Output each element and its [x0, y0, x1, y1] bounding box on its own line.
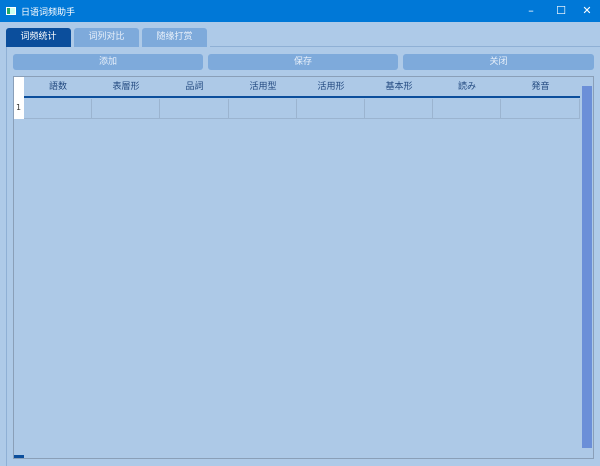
table-cell[interactable]: [24, 99, 92, 119]
add-button[interactable]: 添加: [13, 54, 203, 70]
row-header-column: [14, 77, 24, 119]
header-divider: [24, 96, 580, 98]
window-title: 日语词频助手: [21, 8, 76, 18]
close-icon[interactable]: ✕: [572, 0, 600, 22]
column-header[interactable]: 活用型: [229, 77, 297, 97]
vertical-scrollbar[interactable]: [582, 86, 592, 448]
table-cell[interactable]: [433, 99, 501, 119]
column-header[interactable]: 品詞: [160, 77, 229, 97]
title-bar: 日语词频助手 – ☐ ✕: [0, 0, 600, 22]
column-header[interactable]: 基本形: [365, 77, 433, 97]
table-cell[interactable]: [229, 99, 297, 119]
column-header[interactable]: 表層形: [92, 77, 160, 97]
table-cell[interactable]: [297, 99, 365, 119]
column-header[interactable]: 活用形: [297, 77, 365, 97]
tab-strip-divider: [210, 46, 600, 47]
table-cell[interactable]: [501, 99, 580, 119]
minimize-icon[interactable]: –: [516, 0, 546, 22]
column-header[interactable]: 読み: [433, 77, 501, 97]
app-icon: [6, 7, 16, 15]
tab-word-compare[interactable]: 词列对比: [74, 28, 139, 47]
horizontal-scrollbar[interactable]: [14, 455, 24, 458]
column-header[interactable]: 発音: [501, 77, 580, 97]
table-cell[interactable]: [92, 99, 160, 119]
save-button[interactable]: 保存: [208, 54, 398, 70]
table-cell[interactable]: [160, 99, 229, 119]
data-grid[interactable]: 語数 表層形 品詞 活用型 活用形 基本形 読み 発音 1: [13, 76, 594, 459]
tab-word-frequency[interactable]: 词频统计: [6, 28, 71, 47]
row-number: 1: [16, 103, 22, 112]
table-cell[interactable]: [365, 99, 433, 119]
column-header[interactable]: 語数: [24, 77, 92, 97]
close-button[interactable]: 关闭: [403, 54, 594, 70]
panel-border: [6, 47, 7, 466]
tab-donate[interactable]: 随缘打赏: [142, 28, 207, 47]
